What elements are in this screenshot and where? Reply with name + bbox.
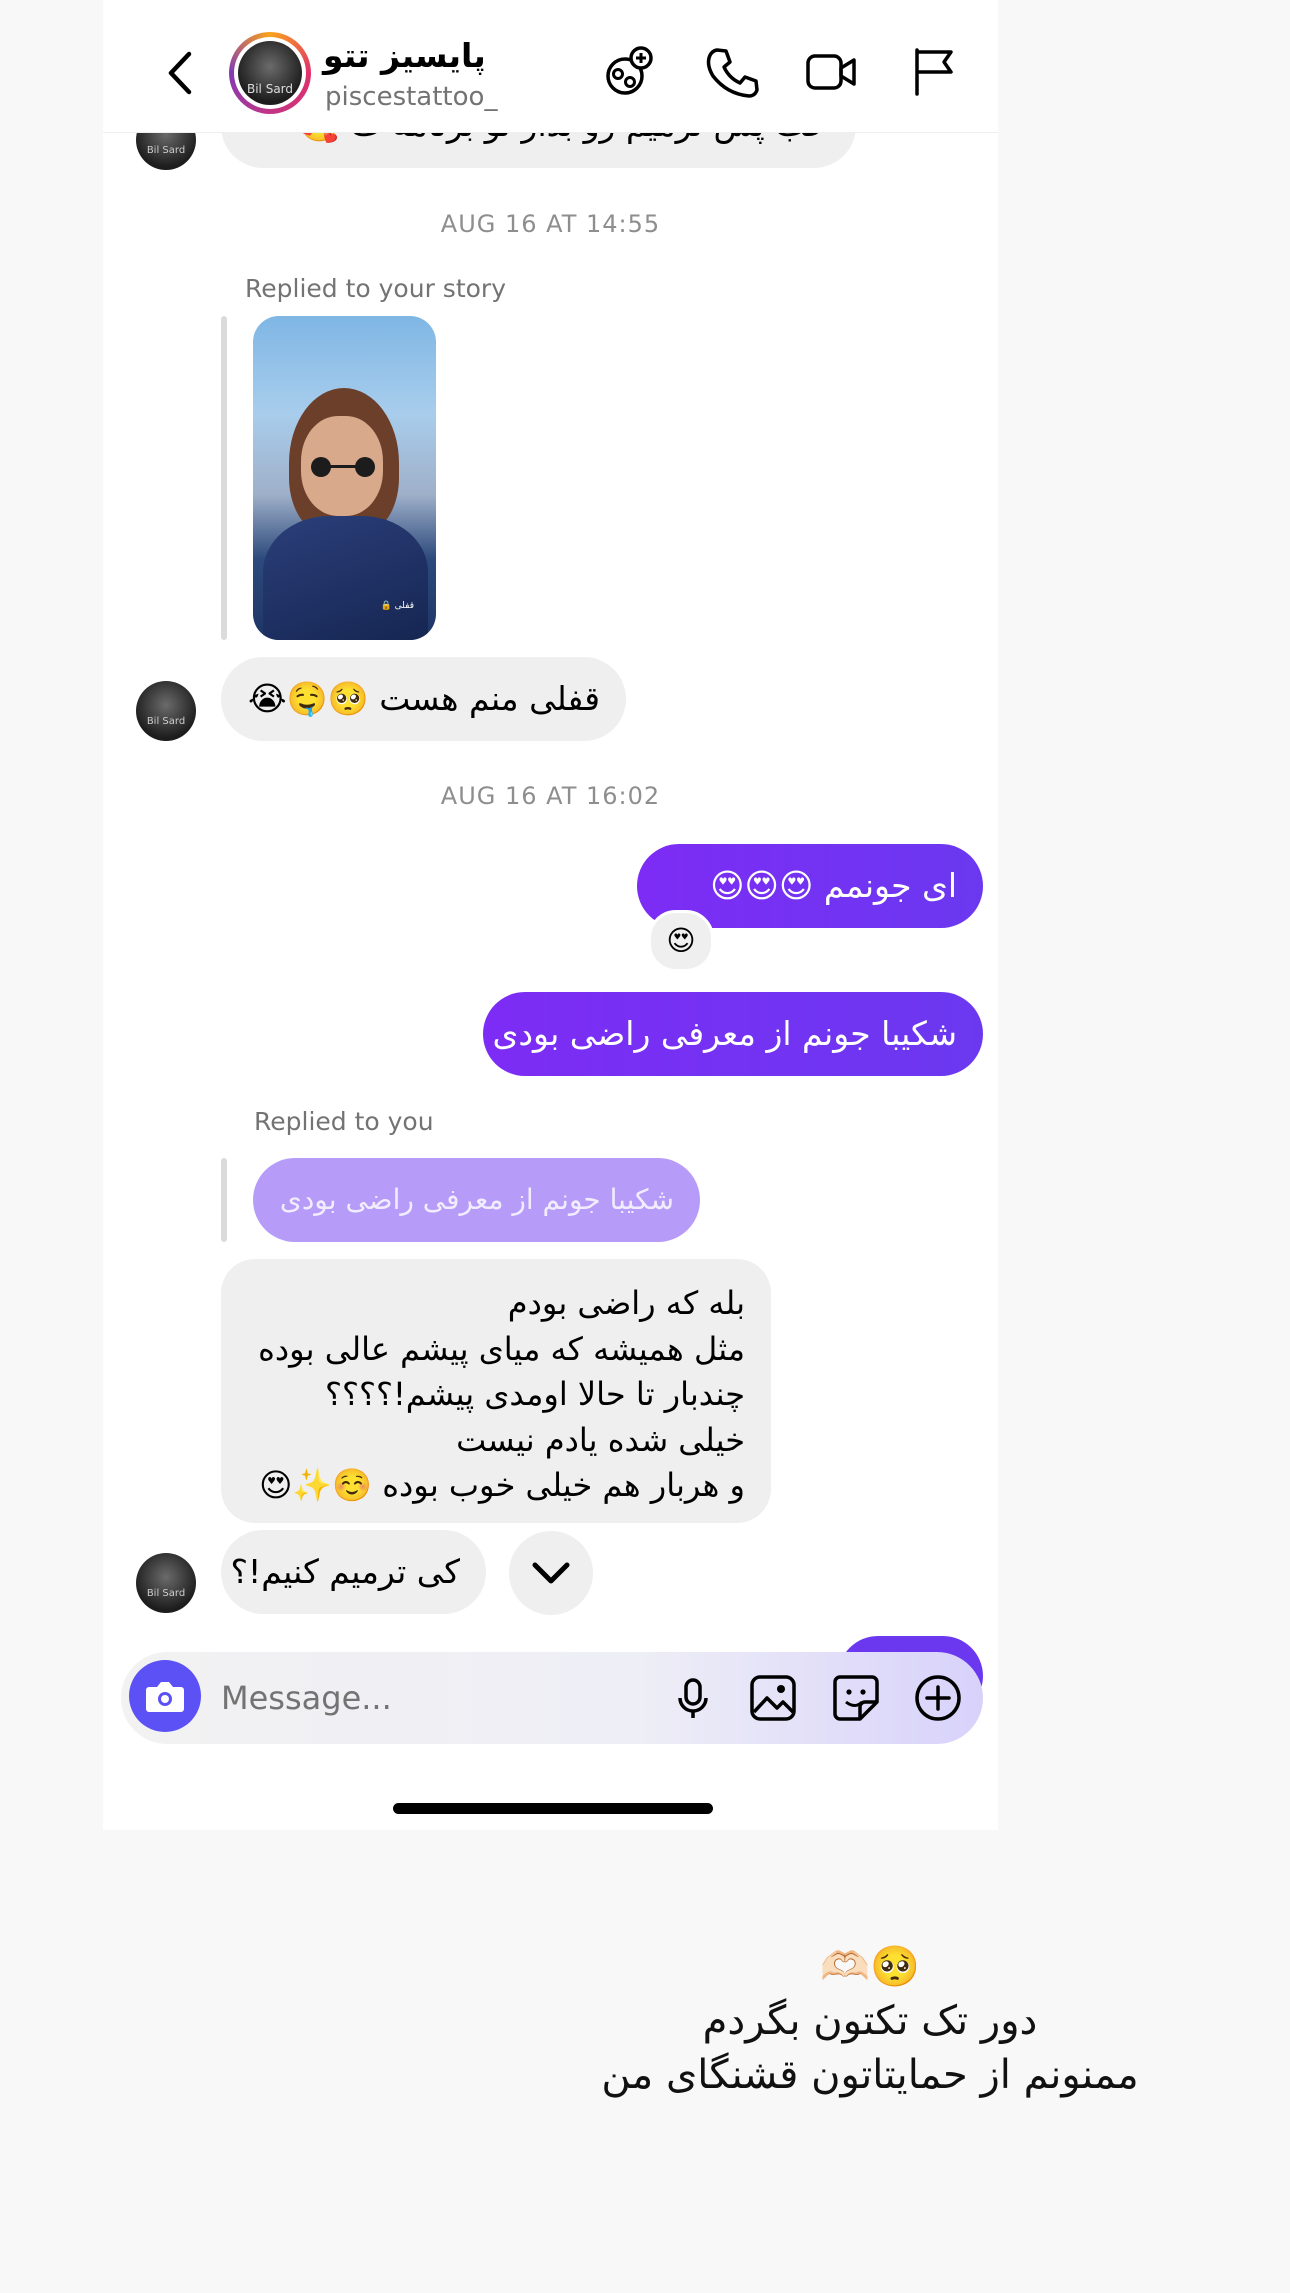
microphone-icon[interactable] (667, 1672, 719, 1724)
story-reply-label: Replied to your story (245, 274, 506, 303)
message-composer (121, 1652, 983, 1744)
chat-card: Bil Sard خب پس ترمیم رو بذار تو برنامه ت… (103, 0, 998, 1830)
message-input[interactable] (219, 1670, 603, 1726)
flag-icon[interactable] (905, 44, 961, 100)
contact-username[interactable]: piscestattoo_ (325, 82, 497, 112)
phone-icon[interactable] (703, 44, 759, 100)
add-effect-icon[interactable] (601, 44, 657, 100)
contact-name[interactable]: پایسیز تتو (323, 36, 486, 75)
image-icon[interactable] (747, 1672, 799, 1724)
message-line: خیلی شده یادم نیست (456, 1420, 745, 1459)
message-line: مثل همیشه که میای پیشم عالی بوده (258, 1329, 745, 1368)
header-avatar[interactable]: Bil Sard (229, 32, 311, 114)
glasses-shape (311, 457, 375, 477)
camera-button[interactable] (129, 1660, 201, 1732)
home-indicator (393, 1803, 713, 1814)
story-tag: قفلی 🔒 (380, 601, 414, 611)
message-line: چندبار تا حالا اومدی پیشم!؟؟؟؟ (325, 1375, 745, 1413)
sticker-icon[interactable] (830, 1672, 882, 1724)
timestamp: AUG 16 AT 16:02 (440, 782, 661, 810)
video-icon[interactable] (803, 44, 859, 100)
caption-line: دور تک تکتون بگردم (702, 1998, 1038, 2044)
quoted-message[interactable]: شکیبا جونم از معرفی راضی بودی ؟ (253, 1158, 700, 1300)
chat-header: Bil Sard پایسیز تتو piscestattoo_ (103, 0, 998, 133)
timestamp: AUG 16 AT 14:55 (440, 210, 661, 238)
outgoing-message[interactable]: شکیبا جونم از معرفی راضی بودی ؟ (465, 992, 983, 1076)
camera-icon (146, 1682, 184, 1712)
message-bubble[interactable]: کی ترمیم کنیم!؟ (221, 1530, 486, 1614)
message-line: بله که راضی بودم (507, 1284, 745, 1322)
chevron-down-icon (532, 1562, 570, 1584)
back-chevron-icon[interactable] (161, 48, 201, 98)
caption-line: ممنونم از حمایتاتون قشنگای من (601, 2052, 1139, 2098)
replied-to-you-label: Replied to you (254, 1107, 434, 1136)
reaction-badge[interactable]: 😍 (648, 910, 714, 972)
sender-avatar[interactable]: Bil Sard (136, 1553, 196, 1613)
sender-avatar[interactable]: Bil Sard (136, 681, 196, 741)
reply-bar (221, 1158, 227, 1242)
story-thumbnail[interactable]: قفلی 🔒 (253, 316, 436, 640)
scroll-to-bottom-button[interactable] (509, 1531, 593, 1615)
caption-line: 🥺🫶🏻 (820, 1944, 920, 1990)
reply-bar (221, 316, 227, 640)
plus-circle-icon[interactable] (912, 1672, 964, 1724)
message-bubble[interactable]: قفلی منم هست 🥺🤤😭 (221, 657, 626, 741)
message-line: و هربار هم خیلی خوب بوده ☺️✨😍 (259, 1466, 745, 1504)
message-bubble[interactable]: بله که راضی بودم مثل همیشه که میای پیشم … (221, 1259, 771, 1523)
post-caption: 🥺🫶🏻 دور تک تکتون بگردم ممنونم از حمایتات… (560, 1940, 1180, 2102)
